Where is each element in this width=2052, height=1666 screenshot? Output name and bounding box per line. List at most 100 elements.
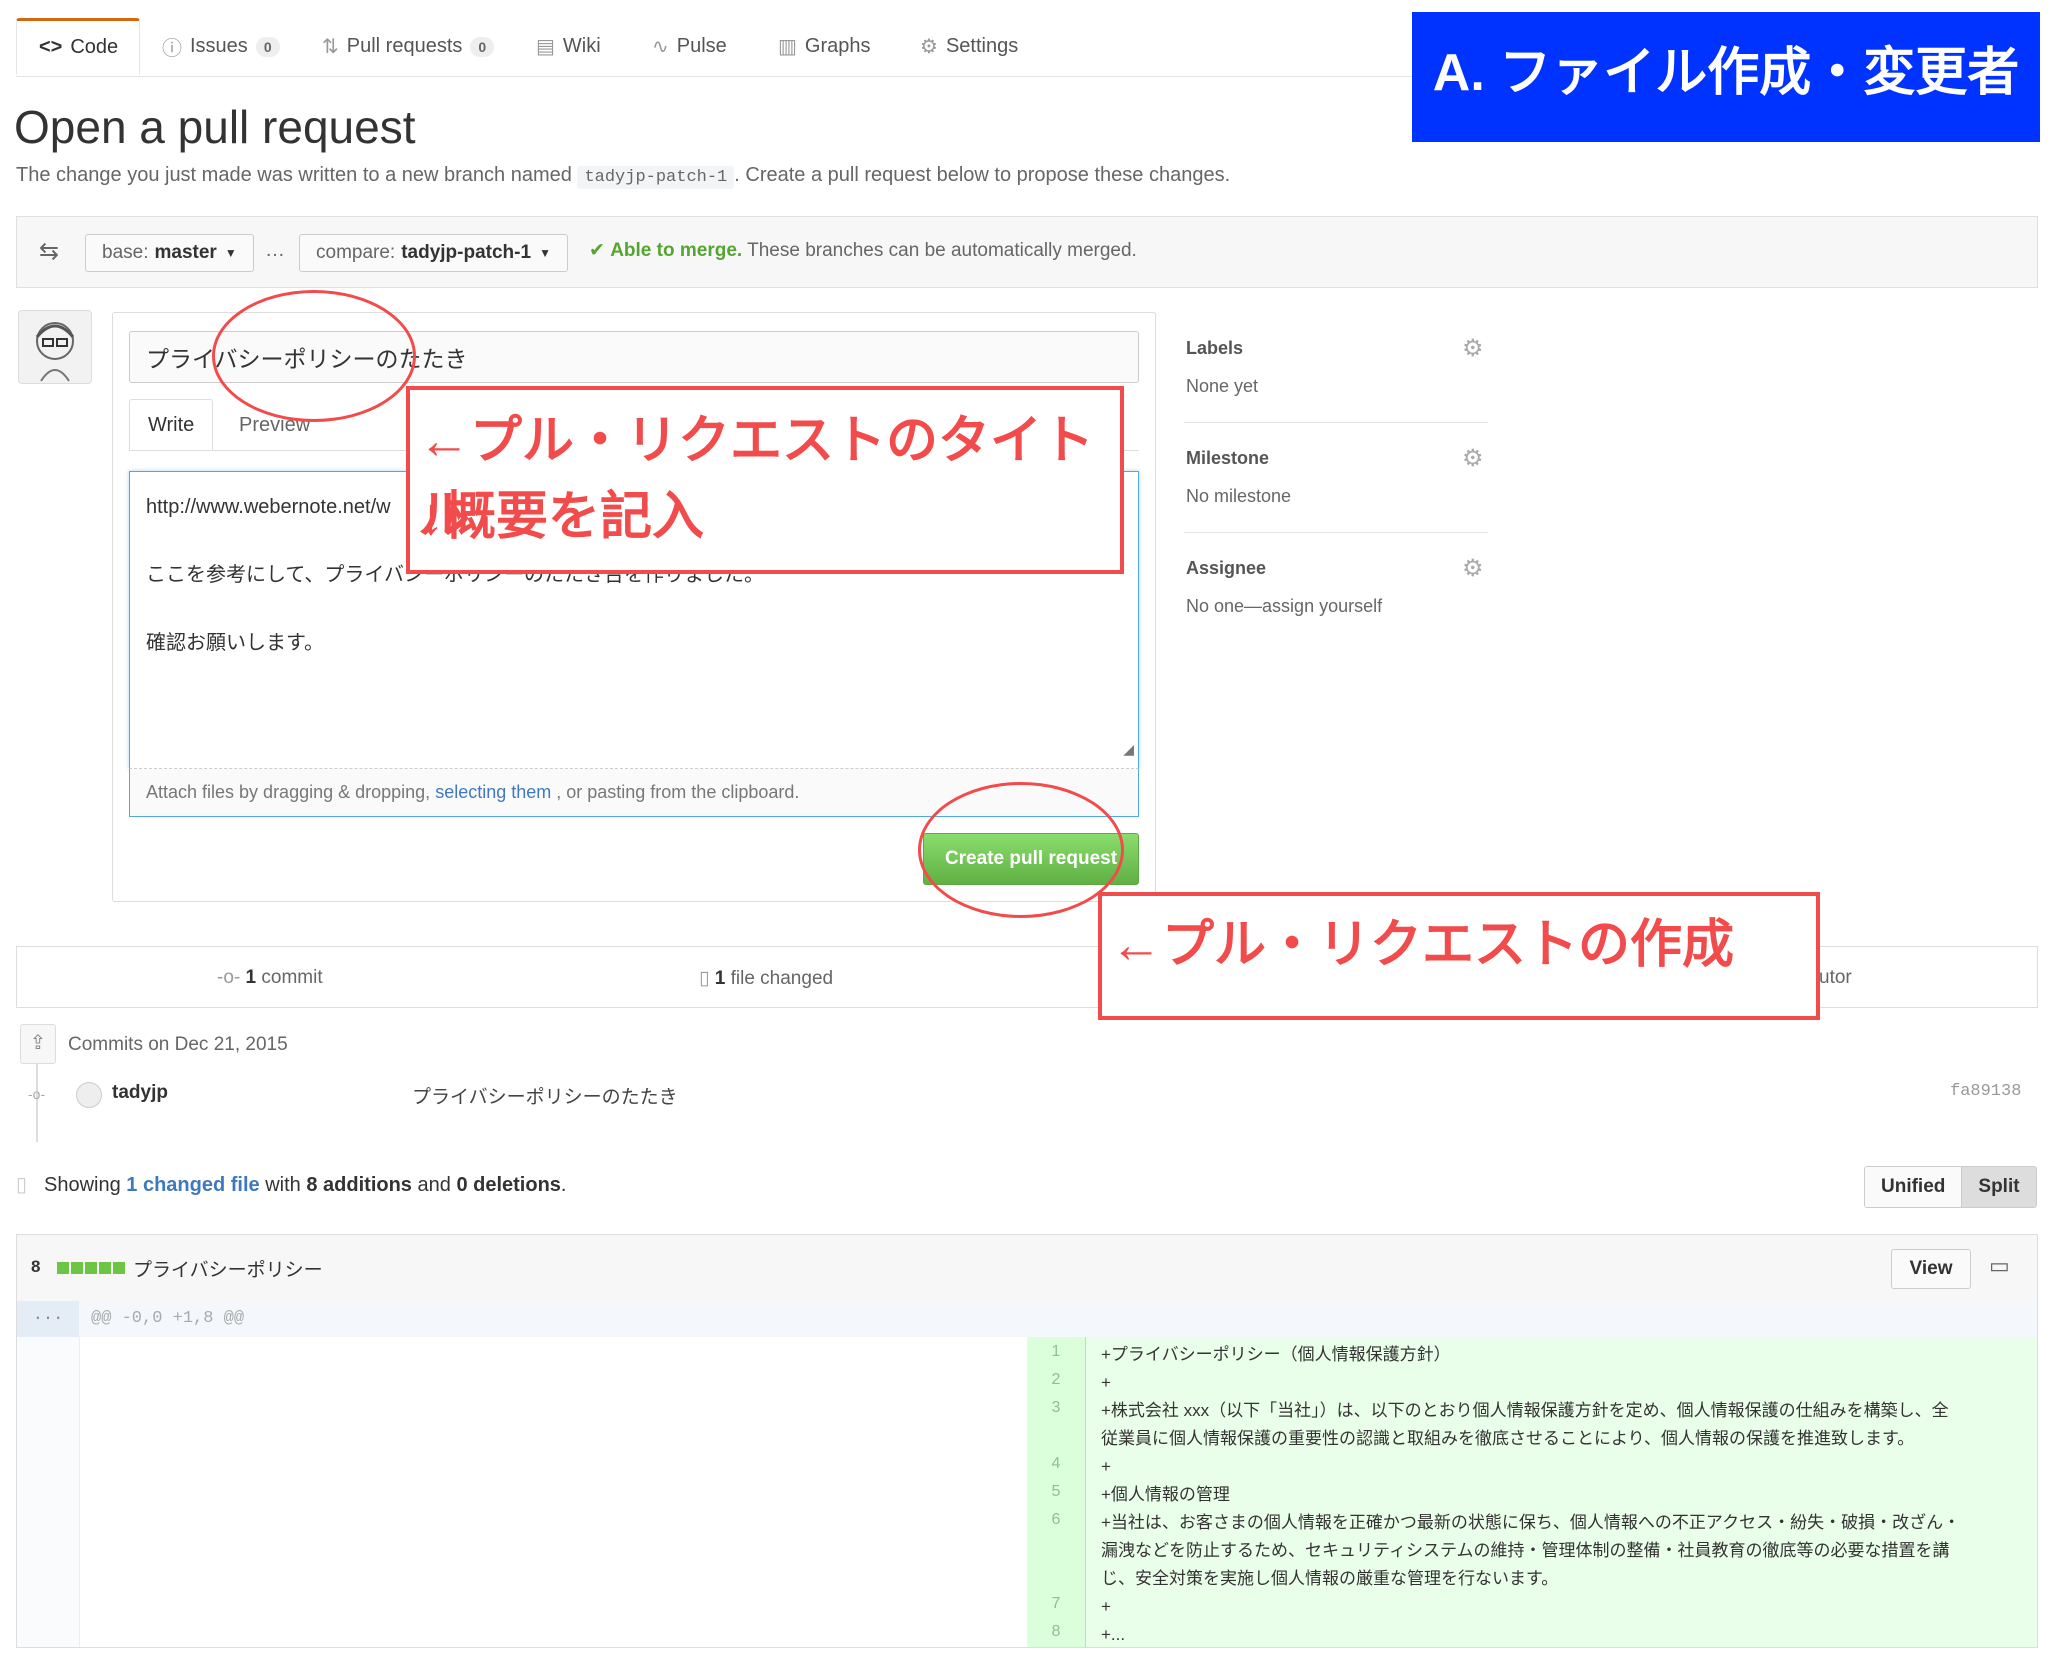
create-button-highlight-circle (918, 782, 1124, 918)
merge-status: ✔ Able to merge. These branches can be a… (589, 239, 1137, 262)
diff-summary-text: . (560, 1174, 567, 1196)
compare-branch-select[interactable]: compare: tadyjp-patch-1 ▼ (299, 234, 568, 272)
diff-line-count: 8 (31, 1257, 41, 1276)
expand-lines-button[interactable]: ... (17, 1301, 79, 1337)
unified-button[interactable]: Unified (1865, 1167, 1962, 1207)
merge-status-note: These branches can be automatically merg… (747, 240, 1137, 261)
code-line: +プライバシーポリシー（個人情報保護方針） (1101, 1345, 1451, 1364)
line-number[interactable]: 5 (1027, 1483, 1085, 1501)
commit-dot-icon: -o- (28, 1086, 46, 1102)
code-line: +株式会社 xxx（以下「当社」）は、以下のとおり個人情報保護方針を定め、個人情… (1101, 1401, 1949, 1420)
body-line (146, 592, 1122, 626)
tab-code-label: Code (70, 36, 119, 58)
range-ellipsis: … (265, 239, 285, 261)
commit-author[interactable]: tadyjp (112, 1082, 168, 1104)
compare-range-bar: ⇆ base: master ▼ … compare: tadyjp-patch… (16, 216, 2038, 288)
milestone-value: No milestone (1186, 486, 1292, 506)
split-button[interactable]: Split (1961, 1167, 2036, 1207)
base-label: base: (102, 242, 149, 263)
caret-down-icon: ▼ (224, 246, 237, 260)
code-line: じ、安全対策を実施し個人情報の厳重な管理を行ないます。 (1101, 1569, 1559, 1588)
compare-label: compare: (316, 242, 396, 263)
assignee-value[interactable]: No one—assign yourself (1186, 596, 1382, 617)
tab-code[interactable]: <> Code (16, 18, 140, 75)
commit-message[interactable]: プライバシーポリシーのたたき (412, 1082, 678, 1109)
commit-sha[interactable]: fa89138 (1950, 1082, 2021, 1101)
gear-icon[interactable]: ⚙ (1462, 334, 1484, 363)
file-diff-icon: ▯ (16, 1174, 28, 1196)
branch-name: tadyjp-patch-1 (577, 166, 735, 189)
diff-summary-text: with (265, 1174, 301, 1196)
desktop-icon[interactable]: ▭ (1989, 1253, 2010, 1279)
code-line: +... (1101, 1625, 1126, 1644)
code-line: +個人情報の管理 (1101, 1485, 1230, 1504)
commits-stat[interactable]: -o- 1 commit (217, 967, 323, 989)
line-number[interactable]: 8 (1027, 1623, 1085, 1641)
resize-handle-icon[interactable]: ◢ (1123, 732, 1134, 766)
avatar[interactable] (76, 1082, 102, 1108)
attach-text: Attach files by dragging & dropping, (146, 782, 431, 802)
subtitle-text-end: . Create a pull request below to propose… (734, 164, 1231, 186)
code-line: 漏洩などを防止するため、セキュリティシステムの維持・管理体制の整備・社員教育の徹… (1101, 1541, 1950, 1560)
sidebar-divider (1184, 532, 1488, 533)
avatar[interactable] (18, 310, 92, 384)
file-diff-icon: ▯ (699, 968, 710, 989)
line-number[interactable]: 3 (1027, 1399, 1085, 1417)
commits-count: 1 (245, 967, 257, 988)
diff-filename[interactable]: プライバシーポリシー (133, 1255, 323, 1282)
merge-status-label: Able to merge. (610, 240, 743, 261)
tab-settings-label: Settings (945, 35, 1019, 57)
push-icon: ⇪ (20, 1024, 56, 1064)
commits-date: Commits on Dec 21, 2015 (68, 1034, 288, 1055)
diffstat-bar (57, 1262, 125, 1274)
tab-settings[interactable]: ⚙ Settings (920, 18, 1018, 75)
tab-issues[interactable]: ⓘ Issues 0 (162, 18, 280, 75)
tab-pulse[interactable]: ∿ Pulse (652, 18, 727, 75)
file-header: 8 プライバシーポリシー View ▭ (17, 1235, 2037, 1302)
tab-pull-requests[interactable]: ⇅ Pull requests 0 (322, 18, 495, 75)
additions-count: 8 additions (306, 1174, 412, 1196)
labels-value: None yet (1186, 376, 1259, 396)
pull-requests-count: 0 (470, 36, 495, 57)
line-number[interactable]: 1 (1027, 1343, 1085, 1361)
caret-down-icon: ▼ (539, 246, 551, 260)
tab-pull-requests-label: Pull requests (346, 35, 463, 57)
page-title: Open a pull request (14, 101, 416, 153)
view-file-button[interactable]: View (1891, 1249, 1971, 1289)
code-line: + (1101, 1457, 1111, 1476)
diff-view-toggle: Unified Split (1864, 1166, 2037, 1208)
hunk-range: @@ -0,0 +1,8 @@ (91, 1309, 245, 1328)
line-number[interactable]: 6 (1027, 1511, 1085, 1529)
code-icon: <> (39, 36, 63, 58)
contributors-stat-fragment[interactable]: utor (1819, 967, 1852, 989)
base-branch-select[interactable]: base: master ▼ (85, 234, 254, 272)
pulse-icon: ∿ (652, 36, 669, 58)
select-files-link[interactable]: selecting them (435, 782, 551, 803)
commits-label: commit (261, 967, 323, 988)
attach-text-end: , or pasting from the clipboard. (556, 782, 800, 802)
tab-wiki[interactable]: ▤ Wiki (536, 18, 601, 75)
page-subtitle: The change you just made was written to … (16, 164, 1231, 189)
tab-issues-label: Issues (190, 35, 248, 57)
line-number[interactable]: 7 (1027, 1595, 1085, 1613)
compare-arrows-icon[interactable]: ⇆ (39, 237, 59, 266)
base-value: master (154, 242, 217, 263)
check-icon: ✔ (589, 240, 605, 261)
gear-icon[interactable]: ⚙ (1462, 554, 1484, 583)
line-number[interactable]: 4 (1027, 1455, 1085, 1473)
title-highlight-circle (212, 290, 416, 422)
line-number[interactable]: 2 (1027, 1371, 1085, 1389)
compare-value: tadyjp-patch-1 (401, 242, 532, 263)
files-stat[interactable]: ▯ 1 file changed (699, 967, 833, 990)
diff-summary: Showing 1 changed file with 8 additions … (44, 1174, 566, 1197)
changed-files-link[interactable]: 1 changed file (126, 1174, 259, 1196)
diff-summary-text: Showing (44, 1174, 121, 1196)
tab-pulse-label: Pulse (676, 35, 727, 57)
gear-icon: ⚙ (920, 36, 938, 58)
labels-heading: Labels (1186, 338, 1244, 358)
code-line: +当社は、お客さまの個人情報を正確かつ最新の状態に保ち、個人情報への不正アクセス… (1101, 1513, 1961, 1532)
tab-graphs[interactable]: ▥ Graphs (778, 18, 871, 75)
milestone-heading: Milestone (1186, 448, 1270, 468)
tab-write[interactable]: Write (129, 399, 214, 451)
gear-icon[interactable]: ⚙ (1462, 444, 1484, 473)
